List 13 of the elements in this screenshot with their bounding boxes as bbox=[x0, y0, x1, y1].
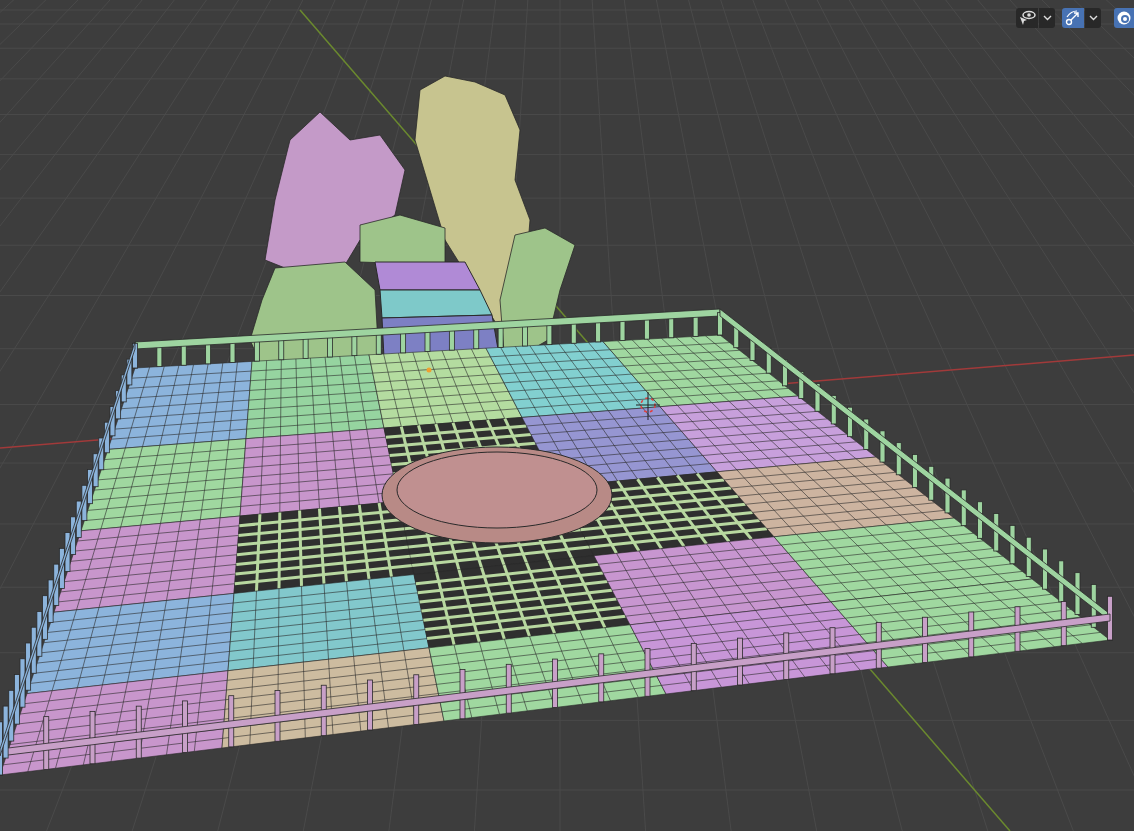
overlay-toggle-button[interactable] bbox=[1114, 8, 1134, 28]
3d-viewport[interactable] bbox=[0, 0, 1134, 831]
dropdown-button[interactable] bbox=[1085, 8, 1101, 28]
gizmo-icon bbox=[1065, 10, 1081, 26]
visibility-toggle-button[interactable] bbox=[1016, 8, 1038, 28]
3d-cursor-icon bbox=[635, 391, 661, 421]
caret-icon bbox=[1088, 15, 1098, 21]
origin-point-icon bbox=[426, 367, 432, 373]
visibility-icon bbox=[1018, 10, 1036, 26]
gizmo-toggle-button[interactable] bbox=[1062, 8, 1084, 28]
overlay-icon bbox=[1116, 10, 1132, 26]
dropdown-button[interactable] bbox=[1039, 8, 1055, 28]
caret-icon bbox=[1042, 15, 1052, 21]
